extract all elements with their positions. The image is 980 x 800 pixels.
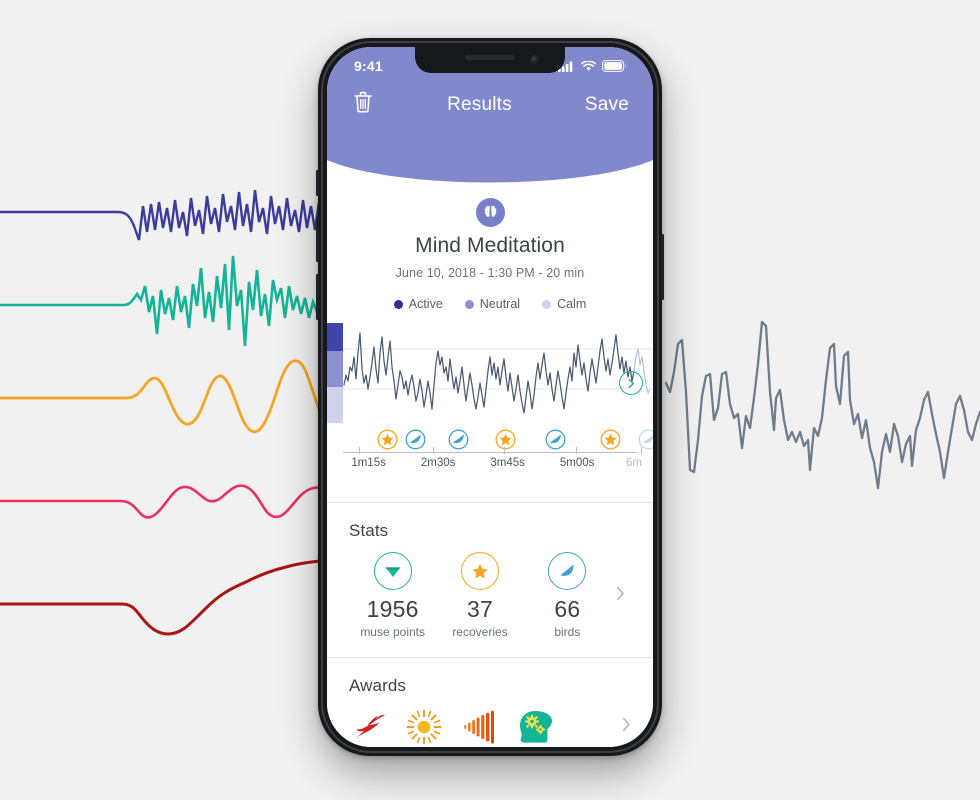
- session-subtitle: June 10, 2018 - 1:30 PM - 20 min: [395, 266, 585, 280]
- header-curve: [327, 160, 653, 183]
- notch: [415, 47, 565, 73]
- delete-button[interactable]: [352, 90, 374, 119]
- x-tick: [432, 447, 434, 454]
- x-tick-label: 3m45s: [490, 457, 525, 469]
- stat-label: recoveries: [452, 625, 508, 639]
- award-mindgears[interactable]: [517, 708, 555, 746]
- brain-icon: [475, 198, 505, 227]
- x-tick-label: 1m15s: [351, 457, 386, 469]
- stat-muse-points[interactable]: 1956 muse points: [349, 552, 436, 639]
- legend-label-calm: Calm: [557, 297, 587, 311]
- stat-label: muse points: [360, 625, 426, 639]
- mood-band-neutral: [327, 351, 343, 387]
- award-hummingbird[interactable]: [349, 708, 387, 746]
- x-tick: [504, 447, 506, 454]
- front-camera: [530, 55, 539, 64]
- stats-row: 1956 muse points 37 recoveries 66 birds: [349, 552, 631, 639]
- stats-title: Stats: [349, 521, 389, 540]
- gem-icon-circle: [373, 552, 412, 590]
- status-icons: [558, 60, 627, 72]
- mood-band-strip: [327, 323, 343, 451]
- wave-orange: [0, 359, 336, 434]
- star-icon: [472, 564, 488, 579]
- chart-legend: Active Neutral Calm: [327, 297, 653, 311]
- x-tick-label: 2m30s: [420, 457, 456, 469]
- wave-eeg-slate: [664, 320, 980, 490]
- bird-icon-circle: [548, 552, 587, 590]
- awards-section[interactable]: Awards: [327, 658, 653, 746]
- mood-band-active: [327, 323, 343, 351]
- brain-glyph: [484, 205, 496, 218]
- legend-dot-active: [393, 299, 403, 309]
- phone-device: 9:41 Results Save Mind Meditation June 1…: [316, 38, 664, 756]
- wave-darkred: [0, 558, 336, 636]
- wave-teal: [0, 255, 331, 347]
- stat-value: 37: [467, 596, 493, 622]
- legend-label-neutral: Neutral: [479, 297, 521, 311]
- awards-title: Awards: [349, 676, 406, 695]
- trash-icon: [354, 91, 372, 113]
- mute-switch[interactable]: [316, 170, 319, 196]
- chart-x-tick-labels: 1m15s 2m30s 3m45s 5m00s 6m: [337, 457, 653, 473]
- phone-screen: 9:41 Results Save Mind Meditation June 1…: [327, 47, 653, 747]
- x-tick-label: 6m: [626, 457, 643, 469]
- hummingbird-icon: [353, 714, 385, 741]
- x-tick: [640, 447, 642, 454]
- bird-icon: [560, 564, 574, 576]
- battery-icon: [602, 60, 627, 72]
- stats-section[interactable]: Stats 1956 muse points 37 recoveries 66 …: [327, 503, 653, 639]
- volume-down-button[interactable]: [316, 274, 319, 320]
- sun-icon: [406, 709, 442, 745]
- award-soundbars[interactable]: [461, 708, 499, 746]
- chevron-right-icon: [628, 378, 634, 388]
- results-content: Mind Meditation June 10, 2018 - 1:30 PM …: [327, 160, 653, 747]
- award-sun[interactable]: [405, 708, 443, 746]
- stats-chevron-button[interactable]: [611, 552, 631, 601]
- chevron-right-icon: [617, 586, 625, 601]
- save-button[interactable]: Save: [585, 94, 629, 116]
- x-tick-label: 5m00s: [559, 457, 595, 469]
- stat-birds[interactable]: 66 birds: [524, 552, 611, 639]
- legend-dot-neutral: [464, 299, 474, 309]
- legend-item-neutral: Neutral: [464, 297, 521, 311]
- wifi-icon: [581, 61, 596, 71]
- chart-expand-button[interactable]: [619, 371, 643, 395]
- status-clock: 9:41: [354, 58, 383, 74]
- wave-pink: [0, 484, 334, 519]
- legend-item-active: Active: [393, 297, 443, 311]
- stat-value: 1956: [366, 596, 419, 622]
- chart-plot: [343, 332, 653, 414]
- earpiece-speaker: [465, 55, 515, 60]
- gem-icon: [385, 567, 401, 577]
- page-title: Results: [447, 93, 512, 115]
- mindgears-icon: [520, 711, 552, 743]
- nav-bar: Results Save: [327, 74, 653, 119]
- power-button[interactable]: [661, 234, 664, 300]
- wave-indigo: [0, 189, 333, 241]
- volume-up-button[interactable]: [316, 216, 319, 262]
- star-icon-circle: [460, 552, 499, 590]
- awards-chevron-button[interactable]: [622, 717, 631, 737]
- chevron-right-icon: [623, 717, 630, 732]
- stat-recoveries[interactable]: 37 recoveries: [436, 552, 523, 639]
- legend-dot-calm: [542, 299, 552, 309]
- x-tick: [575, 447, 577, 454]
- chart-line-main: [343, 332, 635, 414]
- activity-chart[interactable]: 1m15s 2m30s 3m45s 5m00s 6m: [327, 323, 653, 469]
- mood-band-calm: [327, 387, 343, 423]
- legend-label-active: Active: [408, 297, 443, 311]
- chart-x-ticks: [343, 447, 653, 455]
- session-title: Mind Meditation: [415, 234, 565, 257]
- x-tick: [358, 447, 360, 454]
- awards-row: [349, 708, 631, 746]
- soundbars-icon: [464, 710, 494, 744]
- legend-item-calm: Calm: [542, 297, 586, 311]
- stat-value: 66: [554, 596, 581, 622]
- stat-label: birds: [554, 625, 581, 639]
